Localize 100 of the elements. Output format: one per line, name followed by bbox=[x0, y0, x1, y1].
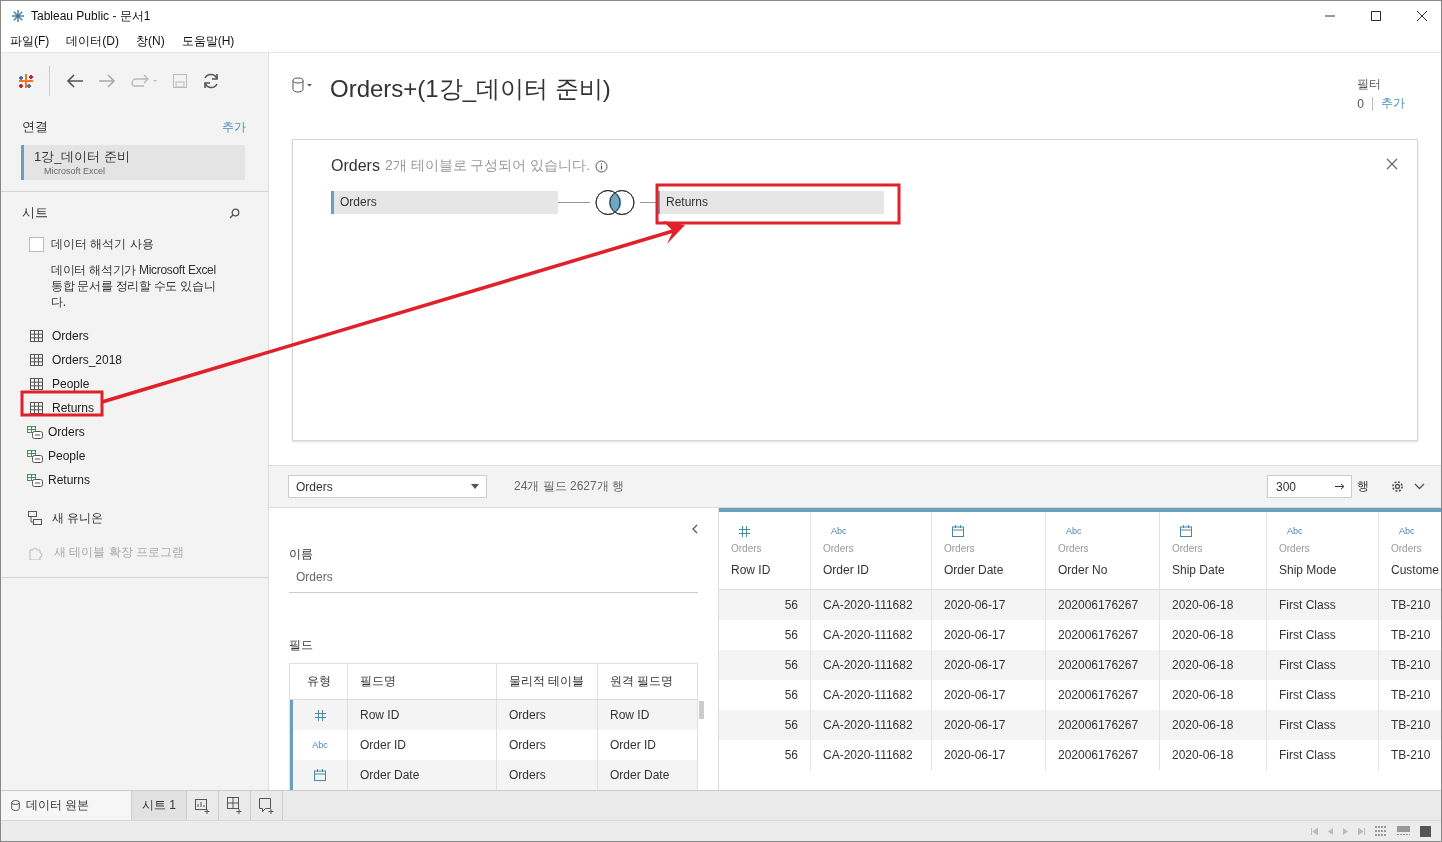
grid-view-icon[interactable] bbox=[1375, 826, 1387, 836]
table-dropdown[interactable]: Orders bbox=[288, 475, 487, 498]
menu-item[interactable]: 창(N) bbox=[136, 33, 165, 50]
table-cell: Orders bbox=[497, 700, 598, 730]
dropdown-caret-icon bbox=[471, 484, 479, 489]
forward-icon[interactable] bbox=[98, 72, 116, 89]
search-icon[interactable] bbox=[229, 207, 240, 219]
summary-text: 2개 테이블로 구성되어 있습니다. bbox=[384, 157, 591, 175]
column-source: Orders bbox=[944, 543, 975, 554]
description-text: 데이터 해석기가 Microsoft Excel 통합 문서를 정리할 수도 있습니다. bbox=[51, 262, 217, 310]
column-header[interactable]: Ship Mode bbox=[1279, 563, 1337, 577]
named-range-icon bbox=[27, 425, 43, 439]
type-label[interactable]: Abc bbox=[1066, 526, 1082, 536]
table-pill[interactable]: Returns bbox=[657, 191, 884, 214]
table-cell: 56 bbox=[719, 650, 811, 680]
new-worksheet-icon[interactable] bbox=[194, 797, 211, 814]
calendar-icon[interactable] bbox=[1180, 525, 1192, 537]
column-header[interactable]: 필드명 bbox=[348, 664, 497, 699]
close-icon[interactable] bbox=[1386, 158, 1398, 170]
type-label[interactable]: Abc bbox=[831, 526, 847, 536]
filters-label: 필터 bbox=[1357, 76, 1383, 93]
maximize-button[interactable] bbox=[1370, 10, 1382, 22]
column-header[interactable]: 원격 필드명 bbox=[598, 664, 692, 699]
column-header[interactable]: Order No bbox=[1058, 563, 1108, 577]
table-cell: 202006176267 bbox=[1046, 710, 1160, 740]
section-label: 시트 bbox=[22, 204, 48, 222]
tableau-logo-icon[interactable] bbox=[17, 71, 35, 90]
named-range-icon bbox=[27, 473, 43, 487]
collapse-icon[interactable] bbox=[691, 524, 698, 534]
action-item[interactable]: 새 유니온 bbox=[52, 509, 104, 527]
refresh-icon[interactable] bbox=[202, 71, 220, 90]
checkbox-label: 데이터 해석기 사용 bbox=[51, 236, 154, 253]
single-view-icon[interactable] bbox=[1420, 825, 1431, 837]
table-cell: 202006176267 bbox=[1046, 650, 1160, 680]
new-dashboard-icon[interactable] bbox=[226, 797, 243, 814]
sheet-item[interactable]: Orders bbox=[48, 425, 85, 439]
add-filter-link[interactable]: 추가 bbox=[1381, 95, 1418, 112]
calendar-icon[interactable] bbox=[952, 525, 964, 537]
sheet-item[interactable]: Returns bbox=[48, 473, 91, 487]
calendar-icon[interactable] bbox=[314, 769, 326, 781]
column-source: Orders bbox=[1172, 543, 1203, 554]
settings-icon[interactable] bbox=[1391, 480, 1404, 493]
sheet-item[interactable]: Orders_2018 bbox=[52, 353, 123, 367]
table-cell: 2020-06-17 bbox=[932, 710, 1046, 740]
filmstrip-view-icon[interactable] bbox=[1397, 826, 1410, 836]
column-source: Orders bbox=[1058, 543, 1089, 554]
column-header[interactable]: Custome bbox=[1391, 563, 1440, 577]
type-label[interactable]: Abc bbox=[1287, 526, 1303, 536]
table-cell: CA-2020-111682 bbox=[811, 650, 932, 680]
close-button[interactable] bbox=[1416, 10, 1428, 22]
table-cell-text: Order Date bbox=[609, 767, 671, 784]
rows-unit: 행 bbox=[1357, 478, 1369, 495]
scrollbar-thumb[interactable] bbox=[699, 701, 704, 719]
column-header[interactable]: 유형 bbox=[290, 664, 348, 699]
info-icon[interactable] bbox=[595, 159, 609, 173]
table-pill[interactable]: Orders bbox=[331, 191, 558, 214]
table-cell: 2020-06-18 bbox=[1160, 740, 1267, 770]
sheet-tab[interactable]: 데이터 원본 bbox=[1, 791, 132, 820]
column-header[interactable]: Order ID bbox=[823, 563, 869, 577]
connection-type: Microsoft Excel bbox=[43, 166, 106, 176]
table-cell: First Class bbox=[1267, 590, 1379, 620]
column-source: Orders bbox=[1279, 543, 1310, 554]
table-cell: 2020-06-18 bbox=[1160, 650, 1267, 680]
sheet-tab[interactable]: 시트 1 bbox=[132, 791, 187, 820]
column-header[interactable]: Order Date bbox=[944, 563, 1004, 577]
type-label[interactable]: Abc bbox=[1399, 526, 1415, 536]
type-label[interactable]: Abc bbox=[312, 740, 328, 750]
named-range-icon bbox=[27, 449, 43, 463]
column-header[interactable]: Ship Date bbox=[1172, 563, 1225, 577]
table-cell-text: Order ID bbox=[609, 737, 657, 754]
menu-item[interactable]: 파일(F) bbox=[10, 33, 50, 50]
column-source: Orders bbox=[1391, 543, 1422, 554]
menu-item[interactable]: 도움말(H) bbox=[181, 33, 235, 50]
table-cell: 56 bbox=[719, 710, 811, 740]
connection-item[interactable]: 1강_데이터 준비 Microsoft Excel bbox=[21, 145, 245, 180]
name-field[interactable]: Orders bbox=[289, 563, 698, 593]
datasource-title[interactable]: Orders+(1강_데이터 준비) bbox=[330, 73, 611, 105]
table-icon bbox=[30, 354, 43, 366]
table-cell-text: TB-210 bbox=[1390, 657, 1432, 674]
union-icon[interactable] bbox=[28, 511, 42, 525]
table-cell: 56 bbox=[719, 590, 811, 620]
rows-field[interactable]: 300 bbox=[1267, 475, 1352, 498]
sheet-item[interactable]: Returns bbox=[52, 401, 95, 415]
filter-count: 0 bbox=[1357, 96, 1373, 111]
sheet-item[interactable]: People bbox=[48, 449, 86, 463]
number-type-icon[interactable] bbox=[739, 525, 750, 537]
table-cell: 2020-06-17 bbox=[932, 740, 1046, 770]
menu-item[interactable]: 데이터(D) bbox=[66, 33, 119, 50]
column-header[interactable]: Row ID bbox=[731, 563, 771, 577]
table-cell: CA-2020-111682 bbox=[811, 590, 932, 620]
new-story-icon[interactable] bbox=[258, 797, 275, 814]
chevron-down-icon[interactable] bbox=[1414, 483, 1425, 490]
back-icon[interactable] bbox=[66, 72, 84, 89]
sheet-item[interactable]: Orders bbox=[52, 329, 89, 343]
arrow-right-icon bbox=[1335, 483, 1345, 490]
sheet-item[interactable]: People bbox=[52, 377, 90, 391]
checkbox[interactable] bbox=[29, 237, 44, 252]
column-header[interactable]: 물리적 테이블 bbox=[497, 664, 598, 699]
table-cell: 2020-06-17 bbox=[932, 590, 1046, 620]
number-type-icon[interactable] bbox=[314, 709, 326, 721]
